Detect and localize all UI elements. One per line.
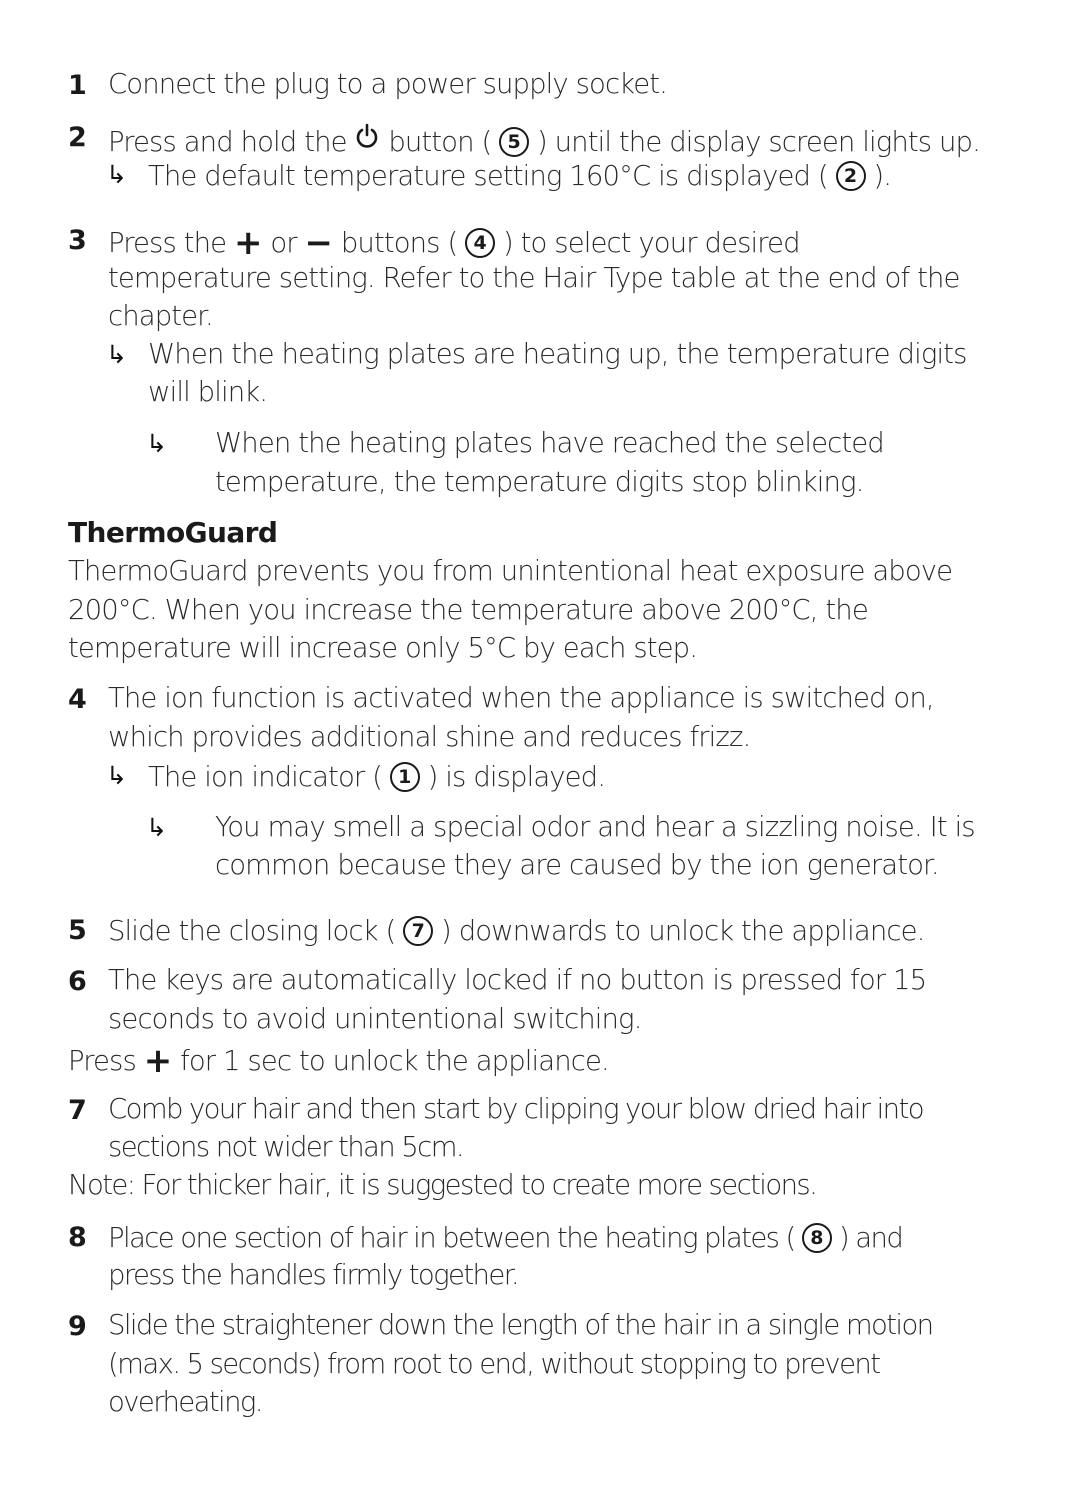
step-number: 8 bbox=[68, 1222, 87, 1253]
step-7-note: Note: For thicker hair, it is suggested … bbox=[68, 1169, 818, 1201]
step-2-result-a: The default temperature setting 160°C is… bbox=[148, 160, 829, 192]
step-4-result-1-a: The ion indicator ( bbox=[148, 761, 383, 793]
step-number: 6 bbox=[68, 966, 87, 997]
callout-number-icon: 5 bbox=[499, 127, 530, 157]
callout-number-icon: 2 bbox=[835, 161, 866, 191]
step-4-result-2-line-1: You may smell a special odor and hear a … bbox=[215, 811, 976, 843]
minus-icon: − bbox=[304, 223, 334, 263]
thermoguard-line-3: temperature will increase only 5°C by ea… bbox=[68, 632, 698, 664]
result-arrow-icon: ↳ bbox=[106, 761, 127, 790]
step-6-press-a: Press bbox=[68, 1045, 137, 1077]
result-arrow-icon: ↳ bbox=[106, 340, 127, 369]
step-number: 3 bbox=[68, 225, 87, 256]
step-5-text: Slide the closing lock ( 7 ) downwards t… bbox=[108, 915, 925, 947]
step-4-result-1: The ion indicator ( 1 ) is displayed. bbox=[148, 761, 606, 793]
step-3-text-a: Press the bbox=[108, 227, 227, 259]
step-2-text-c: ) until the display screen lights up. bbox=[536, 126, 981, 158]
step-number: 1 bbox=[68, 70, 87, 101]
step-9-line-2: (max. 5 seconds) from root to end, witho… bbox=[108, 1348, 881, 1380]
step-8-text-b: ) and bbox=[838, 1222, 904, 1254]
step-6-unlock-text: Press + for 1 sec to unlock the applianc… bbox=[68, 1041, 610, 1081]
step-3-text-b: buttons ( bbox=[340, 227, 458, 259]
step-3-line-3: chapter. bbox=[108, 300, 214, 332]
step-4-line-2: which provides additional shine and redu… bbox=[108, 721, 751, 753]
step-3-text: Press the + or − buttons ( 4 ) to select… bbox=[108, 223, 801, 263]
step-8-line-1: Place one section of hair in between the… bbox=[108, 1222, 904, 1254]
step-5-text-b: ) downwards to unlock the appliance. bbox=[441, 915, 925, 947]
step-8-text-a: Place one section of hair in between the… bbox=[108, 1222, 796, 1254]
step-7-line-2: sections not wider than 5cm. bbox=[108, 1131, 465, 1163]
plus-icon: + bbox=[234, 223, 263, 263]
callout-number-icon: 4 bbox=[465, 228, 496, 258]
step-3-result-1-line-2: will blink. bbox=[148, 376, 268, 408]
step-3-result-1-line-1: When the heating plates are heating up, … bbox=[148, 338, 967, 370]
step-7-line-1: Comb your hair and then start by clippin… bbox=[108, 1093, 925, 1125]
step-3-line-2: temperature setting. Refer to the Hair T… bbox=[108, 262, 960, 294]
thermoguard-line-2: 200°C. When you increase the temperature… bbox=[68, 594, 869, 626]
result-arrow-icon: ↳ bbox=[146, 429, 167, 458]
step-2-result: The default temperature setting 160°C is… bbox=[148, 160, 892, 192]
step-3-result-2-line-1: When the heating plates have reached the… bbox=[215, 427, 885, 459]
callout-number-icon: 7 bbox=[403, 916, 434, 946]
step-3-text-c: ) to select your desired bbox=[502, 227, 801, 259]
step-number: 9 bbox=[68, 1311, 87, 1342]
step-3-result-2-line-2: temperature, the temperature digits stop… bbox=[215, 466, 864, 498]
manual-page: 1 Connect the plug to a power supply soc… bbox=[0, 0, 1080, 1498]
step-number: 2 bbox=[68, 122, 87, 153]
step-number: 4 bbox=[68, 684, 87, 715]
step-1-text: Connect the plug to a power supply socke… bbox=[108, 68, 668, 100]
plus-icon: + bbox=[143, 1041, 173, 1081]
step-3-text-or: or bbox=[270, 227, 297, 259]
section-heading: ThermoGuard bbox=[68, 516, 278, 549]
thermoguard-line-1: ThermoGuard prevents you from unintentio… bbox=[68, 555, 953, 587]
step-4-result-1-b: ) is displayed. bbox=[427, 761, 606, 793]
step-number: 5 bbox=[68, 915, 87, 946]
step-2-text: Press and hold the button ( 5 ) until th… bbox=[108, 123, 981, 158]
step-6-line-1: The keys are automatically locked if no … bbox=[108, 964, 927, 996]
step-2-text-b: button ( bbox=[388, 126, 492, 158]
callout-number-icon: 1 bbox=[389, 762, 420, 792]
step-4-line-1: The ion function is activated when the a… bbox=[108, 682, 935, 714]
step-8-line-2: press the handles firmly together. bbox=[108, 1259, 520, 1291]
callout-number-icon: 8 bbox=[801, 1223, 832, 1253]
step-5-text-a: Slide the closing lock ( bbox=[108, 915, 396, 947]
power-icon bbox=[357, 123, 378, 148]
step-2-result-b: ). bbox=[873, 160, 892, 192]
step-6-line-2: seconds to avoid unintentional switching… bbox=[108, 1003, 642, 1035]
result-arrow-icon: ↳ bbox=[106, 160, 127, 189]
step-9-line-1: Slide the straightener down the length o… bbox=[108, 1309, 934, 1341]
step-number: 7 bbox=[68, 1095, 87, 1126]
result-arrow-icon: ↳ bbox=[146, 813, 167, 842]
step-9-line-3: overheating. bbox=[108, 1386, 264, 1418]
step-6-press-b: for 1 sec to unlock the appliance. bbox=[180, 1045, 610, 1077]
step-2-text-a: Press and hold the bbox=[108, 126, 348, 158]
step-4-result-2-line-2: common because they are caused by the io… bbox=[215, 849, 940, 881]
